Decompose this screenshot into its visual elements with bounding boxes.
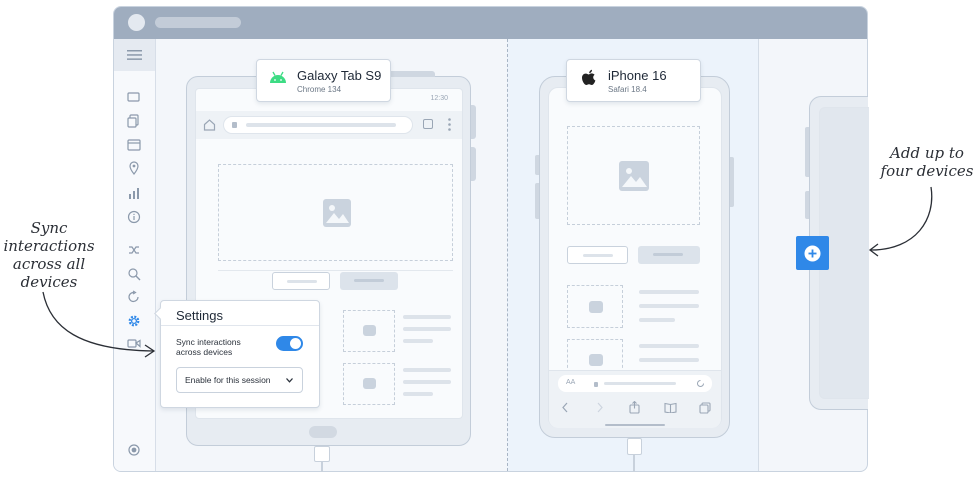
power-button: [730, 157, 734, 207]
phone-list-image-1: [567, 285, 623, 328]
add-devices-callout-arrow: [868, 186, 933, 257]
lock-icon: [232, 122, 237, 128]
tablet-button-outline[interactable]: [272, 272, 330, 290]
image-icon: [323, 199, 351, 227]
home-icon[interactable]: [203, 118, 216, 131]
callout-line: Sync: [30, 219, 68, 237]
device-name: Galaxy Tab S9: [297, 68, 382, 83]
device-card-iphone[interactable]: iPhone 16 Safari 18.4: [566, 59, 701, 102]
callout-line: Add up to: [890, 144, 964, 162]
sidebar: [114, 39, 156, 471]
tablet-list-image-2: [343, 363, 395, 405]
select-value: Enable for this session: [185, 375, 271, 385]
column-divider-right: [758, 39, 759, 471]
shuffle-icon[interactable]: [127, 243, 141, 257]
tablet-button-filled[interactable]: [340, 272, 398, 290]
phone-hero-image: [567, 126, 700, 225]
android-icon: [270, 71, 286, 83]
sync-callout-arrow: [42, 291, 156, 358]
hamburger-icon: [127, 50, 142, 60]
app-logo-icon: [128, 14, 145, 31]
phone-cable: [633, 455, 635, 472]
devices-icon[interactable]: [127, 90, 141, 104]
title-bar: [114, 7, 867, 39]
phone-screen: AA: [548, 87, 722, 428]
record-icon[interactable]: [127, 443, 141, 457]
status-time: 12:30: [430, 95, 448, 102]
tablet-side-button: [471, 105, 476, 139]
browser-icon[interactable]: [127, 138, 141, 152]
device-browser: Safari 18.4: [608, 85, 647, 94]
device-card-galaxy[interactable]: Galaxy Tab S9 Chrome 134: [256, 59, 391, 102]
menu-button[interactable]: [114, 39, 155, 71]
apple-icon: [582, 69, 596, 85]
more-menu-icon[interactable]: [448, 118, 451, 131]
tablet-cable: [321, 462, 323, 472]
copy-icon[interactable]: [127, 114, 141, 128]
tablet-browser-toolbar: [196, 111, 462, 139]
tablet-cable-plug: [314, 446, 330, 462]
phone-cable-plug: [627, 438, 642, 455]
tablet-hero-image: [218, 164, 453, 261]
tablet-list-image-1: [343, 310, 395, 352]
sync-mode-select[interactable]: Enable for this session: [176, 367, 303, 393]
back-icon[interactable]: [561, 402, 569, 413]
zoom-icon[interactable]: [127, 267, 141, 281]
callout-line: across all: [12, 255, 86, 273]
chevron-down-icon: [286, 378, 293, 383]
safari-url-bar[interactable]: AA: [558, 375, 712, 392]
bookmarks-icon[interactable]: [664, 402, 677, 413]
reload-icon[interactable]: [696, 379, 705, 388]
info-icon[interactable]: [127, 210, 141, 224]
sync-callout: Sync interactions across all devices: [3, 219, 95, 291]
callout-line: four devices: [880, 162, 974, 180]
sync-label-line1: Sync interactions: [176, 337, 241, 347]
device-name: iPhone 16: [608, 68, 667, 83]
tablet-url-bar[interactable]: [223, 116, 413, 134]
sync-toggle[interactable]: [276, 336, 303, 351]
share-icon[interactable]: [629, 401, 640, 414]
bar-chart-icon[interactable]: [127, 186, 141, 200]
title-placeholder: [155, 17, 241, 28]
settings-title: Settings: [176, 308, 223, 323]
add-device-button[interactable]: [796, 236, 829, 270]
add-devices-callout: Add up to four devices: [878, 144, 976, 180]
safari-bottom-bar: AA: [549, 370, 721, 428]
callout-line: interactions: [3, 237, 95, 255]
tabs-icon[interactable]: [423, 119, 433, 129]
text-size-button[interactable]: AA: [566, 379, 575, 386]
phone-list-image-2: [567, 339, 623, 373]
sync-label-line2: across devices: [176, 347, 233, 357]
tablet-side-button-2: [471, 147, 476, 181]
phone-button-outline[interactable]: [567, 246, 628, 264]
tabs-icon[interactable]: [699, 402, 711, 414]
column-divider: [507, 39, 508, 471]
toggle-knob: [290, 338, 301, 349]
lock-icon: [594, 382, 598, 387]
volume-button: [535, 155, 539, 175]
phone-button-filled[interactable]: [638, 246, 700, 264]
device-browser: Chrome 134: [297, 85, 342, 94]
phone-device: AA: [535, 76, 734, 438]
home-indicator: [605, 424, 665, 426]
volume-button-2: [535, 183, 539, 219]
plus-circle-icon: [804, 245, 821, 262]
location-pin-icon[interactable]: [127, 161, 141, 175]
forward-icon[interactable]: [596, 402, 604, 413]
image-icon: [619, 161, 649, 191]
tablet-home-button: [309, 426, 337, 438]
